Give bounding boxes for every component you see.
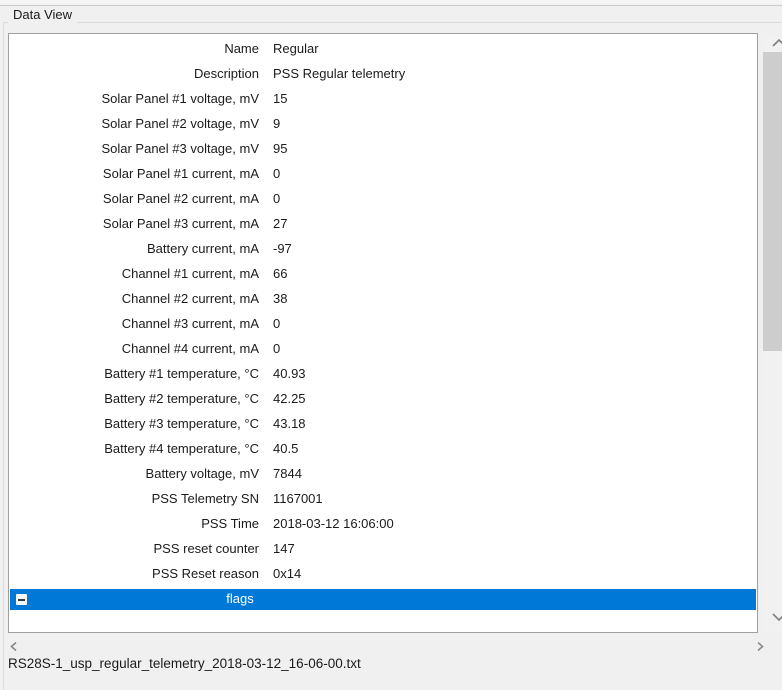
row-label: PSS reset counter bbox=[9, 536, 259, 561]
row-label: Solar Panel #3 current, mA bbox=[9, 211, 259, 236]
row-value: PSS Regular telemetry bbox=[273, 61, 405, 86]
table-row[interactable]: Solar Panel #3 current, mA 27 bbox=[9, 211, 757, 236]
table-row[interactable]: Solar Panel #1 current, mA 0 bbox=[9, 161, 757, 186]
table-row[interactable]: PSS Reset reason 0x14 bbox=[9, 561, 757, 586]
table-row[interactable]: PSS reset counter 147 bbox=[9, 536, 757, 561]
table-row[interactable]: PSS Telemetry SN 1167001 bbox=[9, 486, 757, 511]
row-label: Channel #4 current, mA bbox=[9, 336, 259, 361]
row-value: 43.18 bbox=[273, 411, 306, 436]
table-row[interactable]: PSS Time 2018-03-12 16:06:00 bbox=[9, 511, 757, 536]
table-row[interactable]: Description PSS Regular telemetry bbox=[9, 61, 757, 86]
row-label: Channel #3 current, mA bbox=[9, 311, 259, 336]
table-row[interactable]: Channel #3 current, mA 0 bbox=[9, 311, 757, 336]
row-value: 0 bbox=[273, 186, 280, 211]
vertical-scrollbar-thumb[interactable] bbox=[763, 52, 782, 351]
row-value: 7844 bbox=[273, 461, 302, 486]
row-label: PSS Telemetry SN bbox=[9, 486, 259, 511]
row-label: Name bbox=[9, 36, 259, 61]
row-value: -97 bbox=[273, 236, 292, 261]
table-row[interactable]: Channel #4 current, mA 0 bbox=[9, 336, 757, 361]
row-label: Battery #1 temperature, °C bbox=[9, 361, 259, 386]
row-label: Battery voltage, mV bbox=[9, 461, 259, 486]
row-label: PSS Time bbox=[9, 511, 259, 536]
table-row[interactable]: Solar Panel #3 voltage, mV 95 bbox=[9, 136, 757, 161]
row-label: Solar Panel #3 voltage, mV bbox=[9, 136, 259, 161]
table-row[interactable]: Solar Panel #2 voltage, mV 9 bbox=[9, 111, 757, 136]
table-row[interactable]: Battery current, mA -97 bbox=[9, 236, 757, 261]
row-value: 9 bbox=[273, 111, 280, 136]
row-label: Solar Panel #2 voltage, mV bbox=[9, 111, 259, 136]
row-value: 0 bbox=[273, 311, 280, 336]
row-label: Channel #1 current, mA bbox=[9, 261, 259, 286]
row-label: PSS Reset reason bbox=[9, 561, 259, 586]
vertical-scrollbar[interactable] bbox=[763, 34, 782, 632]
row-label: Battery #2 temperature, °C bbox=[9, 386, 259, 411]
telemetry-rows: Name Regular Description PSS Regular tel… bbox=[9, 36, 757, 586]
table-row[interactable]: Channel #1 current, mA 66 bbox=[9, 261, 757, 286]
row-label: Battery current, mA bbox=[9, 236, 259, 261]
row-label: Channel #2 current, mA bbox=[9, 286, 259, 311]
scroll-down-icon[interactable] bbox=[771, 612, 782, 622]
row-value: 38 bbox=[273, 286, 287, 311]
groupbox-border-left bbox=[3, 22, 4, 690]
row-label: Solar Panel #2 current, mA bbox=[9, 186, 259, 211]
row-value: 147 bbox=[273, 536, 295, 561]
table-row[interactable]: Battery #1 temperature, °C 40.93 bbox=[9, 361, 757, 386]
flags-group-label: flags bbox=[10, 589, 470, 610]
row-value: 40.93 bbox=[273, 361, 306, 386]
row-value: 40.5 bbox=[273, 436, 298, 461]
row-value: 27 bbox=[273, 211, 287, 236]
scroll-left-icon[interactable] bbox=[8, 640, 20, 653]
scroll-up-icon[interactable] bbox=[771, 38, 782, 48]
row-value: 1167001 bbox=[273, 486, 323, 511]
telemetry-table: Name Regular Description PSS Regular tel… bbox=[8, 33, 758, 633]
table-row[interactable]: Solar Panel #2 current, mA 0 bbox=[9, 186, 757, 211]
row-value: 15 bbox=[273, 86, 287, 111]
panel-title: Data View bbox=[8, 7, 77, 23]
row-label: Battery #3 temperature, °C bbox=[9, 411, 259, 436]
row-value: 2018-03-12 16:06:00 bbox=[273, 511, 394, 536]
top-divider bbox=[0, 0, 782, 6]
row-value: 66 bbox=[273, 261, 287, 286]
scroll-right-icon[interactable] bbox=[754, 640, 766, 653]
row-value: 0 bbox=[273, 161, 280, 186]
table-row[interactable]: Solar Panel #1 voltage, mV 15 bbox=[9, 86, 757, 111]
row-label: Solar Panel #1 current, mA bbox=[9, 161, 259, 186]
row-label: Description bbox=[9, 61, 259, 86]
filename-label: RS28S-1_usp_regular_telemetry_2018-03-12… bbox=[8, 656, 361, 671]
table-row[interactable]: Name Regular bbox=[9, 36, 757, 61]
table-row[interactable]: Channel #2 current, mA 38 bbox=[9, 286, 757, 311]
table-row[interactable]: Battery voltage, mV 7844 bbox=[9, 461, 757, 486]
row-value: 0x14 bbox=[273, 561, 301, 586]
groupbox-border-top bbox=[3, 22, 781, 23]
row-label: Solar Panel #1 voltage, mV bbox=[9, 86, 259, 111]
row-value: 95 bbox=[273, 136, 287, 161]
table-row[interactable]: Battery #3 temperature, °C 43.18 bbox=[9, 411, 757, 436]
row-value: 0 bbox=[273, 336, 280, 361]
row-value: Regular bbox=[273, 36, 319, 61]
row-label: Battery #4 temperature, °C bbox=[9, 436, 259, 461]
row-value: 42.25 bbox=[273, 386, 306, 411]
table-row[interactable]: Battery #4 temperature, °C 40.5 bbox=[9, 436, 757, 461]
flags-group-row[interactable]: flags bbox=[10, 589, 756, 610]
table-row[interactable]: Battery #2 temperature, °C 42.25 bbox=[9, 386, 757, 411]
